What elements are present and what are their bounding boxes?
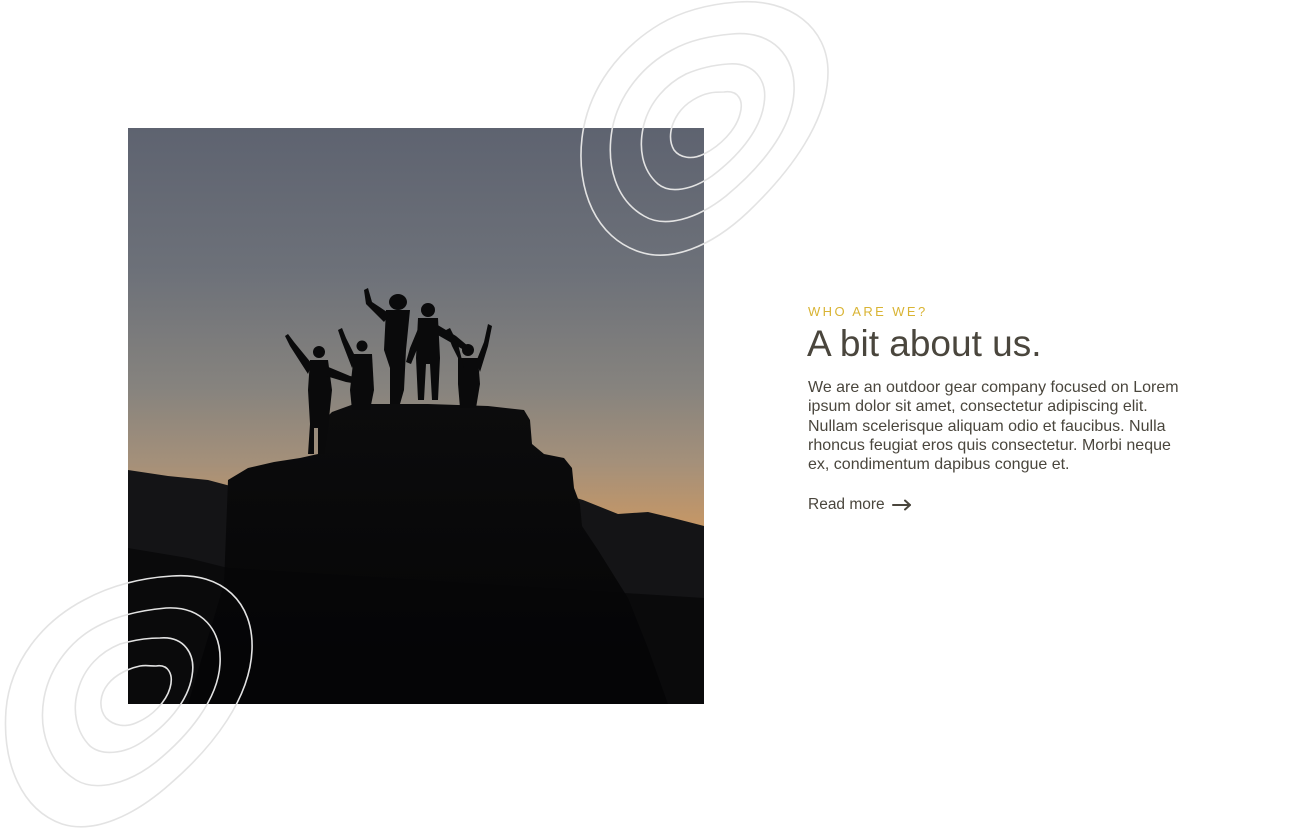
- arrow-right-icon: [891, 499, 912, 511]
- read-more-link[interactable]: Read more: [808, 496, 912, 514]
- section-heading: A bit about us.: [807, 323, 1042, 364]
- team-silhouette-photo: [128, 128, 704, 704]
- section-eyebrow: WHO ARE WE?: [808, 304, 928, 319]
- read-more-label: Read more: [808, 496, 885, 514]
- section-description: We are an outdoor gear company focused o…: [808, 379, 1179, 474]
- about-section: WHO ARE WE? A bit about us. We are an ou…: [807, 304, 1198, 514]
